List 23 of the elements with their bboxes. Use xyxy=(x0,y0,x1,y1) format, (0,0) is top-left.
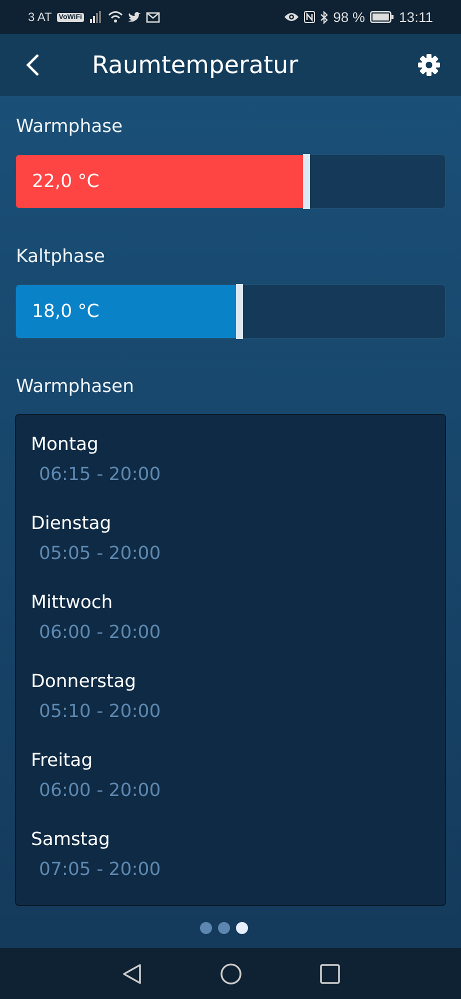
time-range: 06:00 - 20:00 xyxy=(39,779,162,803)
day-label: Samstag xyxy=(31,828,111,852)
day-label: Dienstag xyxy=(31,512,112,536)
temperature-slider[interactable]: 18,0 °C xyxy=(15,284,446,339)
battery-percent: 98 % xyxy=(333,9,365,25)
time-range: 07:05 - 20:00 xyxy=(39,858,162,882)
temperature-value: 22,0 °C xyxy=(32,171,100,192)
section-label: Warmphasen xyxy=(16,375,136,399)
temperature-value: 18,0 °C xyxy=(32,301,100,322)
time-range: 06:15 - 20:00 xyxy=(39,463,162,487)
time-range: 05:05 - 20:00 xyxy=(39,542,162,566)
day-label: Montag xyxy=(31,433,100,457)
section-label: Warmphase xyxy=(16,115,124,139)
day-label: Donnerstag xyxy=(31,670,138,694)
time-range: 05:10 - 20:00 xyxy=(39,700,162,724)
time-range: 06:00 - 20:00 xyxy=(39,621,162,645)
carrier-label: 3 AT xyxy=(28,10,52,24)
day-label: Freitag xyxy=(31,749,94,773)
page-title: Raumtemperatur xyxy=(92,51,300,79)
section-label: Kaltphase xyxy=(16,245,106,269)
temperature-slider[interactable]: 22,0 °C xyxy=(15,154,446,209)
clock-time: 13:11 xyxy=(399,9,433,25)
day-label: Mittwoch xyxy=(31,591,114,615)
